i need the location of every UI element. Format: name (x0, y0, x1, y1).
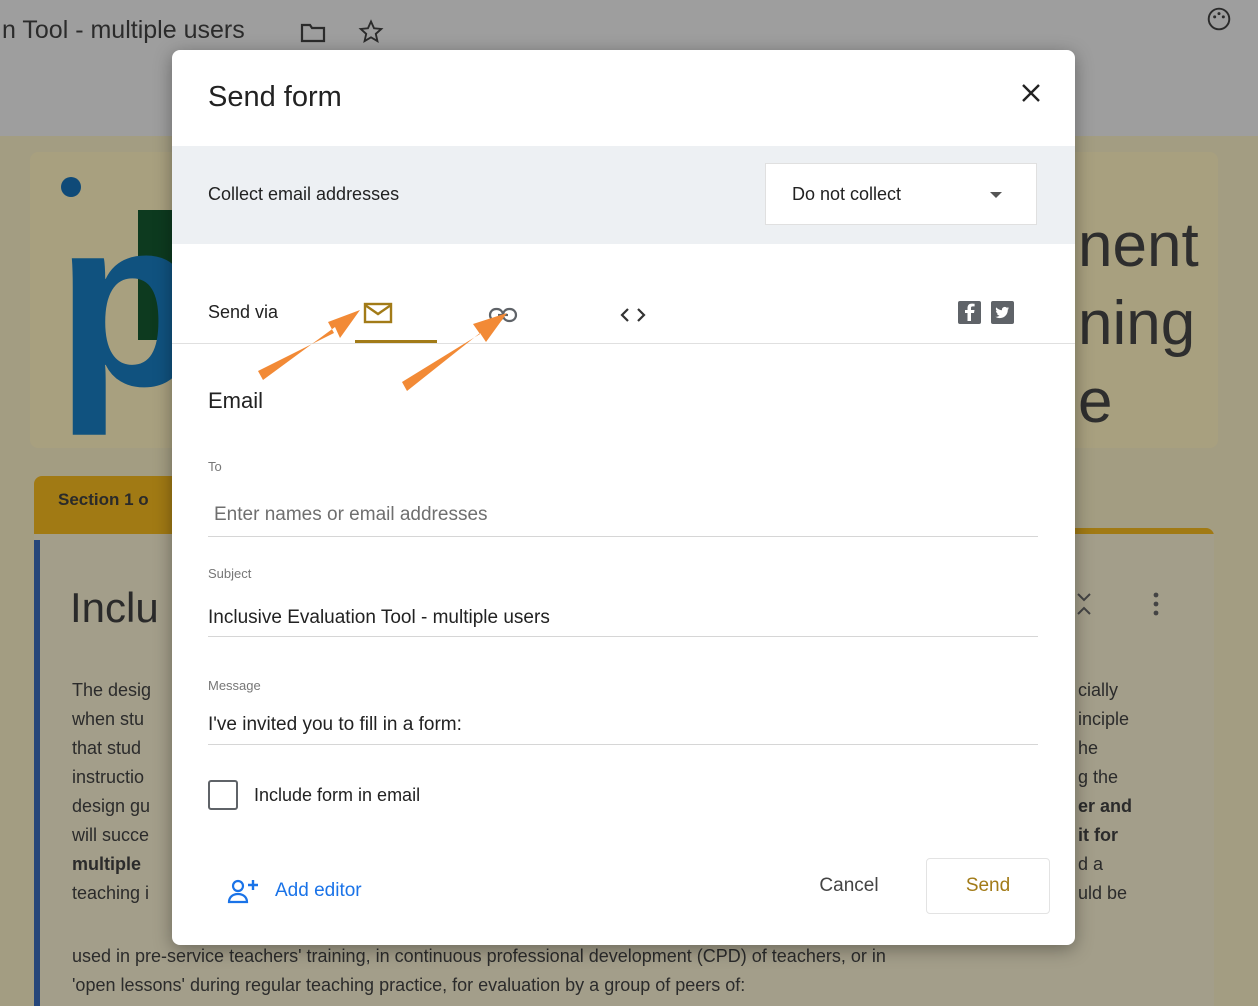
more-vert-icon[interactable] (1148, 590, 1164, 623)
text-line: er and (1078, 796, 1133, 816)
collapse-icon[interactable] (1072, 590, 1096, 623)
tab-link[interactable] (478, 292, 532, 344)
include-form-label[interactable]: Include form in email (254, 785, 420, 806)
section-accent-bar (34, 540, 40, 1006)
to-label: To (208, 459, 222, 474)
subject-label: Subject (208, 566, 252, 581)
twitter-icon[interactable] (991, 301, 1014, 324)
text-line: inciple (1078, 709, 1130, 729)
dropdown-caret-icon (990, 192, 1002, 198)
text-line: design gu (72, 796, 151, 816)
text-line: uld be (1078, 883, 1128, 903)
text-line: instructio (72, 767, 145, 787)
add-editor-label: Add editor (275, 880, 362, 901)
add-person-icon (227, 878, 261, 909)
tab-email[interactable] (355, 292, 445, 344)
link-icon (488, 306, 518, 329)
cancel-button[interactable]: Cancel (796, 858, 902, 914)
section-description-bottom: used in pre-service teachers' training, … (72, 942, 886, 1000)
text-line: The desig (72, 680, 152, 700)
facebook-icon[interactable] (958, 301, 981, 324)
mail-icon (363, 302, 393, 329)
document-title[interactable]: n Tool - multiple users (2, 16, 245, 45)
section-description-right: cially inciple he g the er and it for d … (1078, 676, 1132, 908)
collect-email-value: Do not collect (792, 184, 902, 204)
text-line: he (1078, 738, 1099, 758)
code-icon (618, 306, 648, 329)
text-line: used in pre-service teachers' training, … (72, 946, 886, 966)
email-heading: Email (208, 388, 264, 413)
star-icon[interactable] (357, 18, 385, 51)
text-line: 'open lessons' during regular teaching p… (72, 975, 746, 995)
message-label: Message (208, 678, 261, 693)
text-line: it for (1078, 825, 1118, 845)
collect-email-select[interactable]: Do not collect (765, 163, 1037, 225)
text-line: d a (1078, 854, 1104, 874)
close-icon[interactable] (1020, 82, 1042, 109)
to-input[interactable] (208, 494, 1038, 537)
section-description-left: The desig when stu that stud instructio … (72, 676, 151, 908)
palette-icon[interactable] (1206, 6, 1232, 37)
text-line: cially (1078, 680, 1119, 700)
subject-input[interactable] (208, 600, 1038, 637)
folder-icon[interactable] (300, 22, 326, 49)
section-label: Section 1 o (58, 490, 149, 509)
tabs-divider (172, 343, 1075, 344)
text-line: when stu (72, 709, 145, 729)
text-line: teaching i (72, 883, 150, 903)
header-text-fragment: ning (1078, 289, 1196, 358)
text-line: multiple (72, 854, 142, 874)
send-button[interactable]: Send (926, 858, 1050, 914)
send-via-label: Send via (208, 302, 279, 322)
dialog-title: Send form (208, 81, 342, 113)
include-form-checkbox[interactable] (208, 780, 238, 810)
text-line: that stud (72, 738, 142, 758)
section-title: Inclu (70, 584, 159, 631)
collect-email-label: Collect email addresses (208, 184, 400, 204)
message-input[interactable] (208, 705, 1038, 745)
text-line: will succe (72, 825, 150, 845)
header-text-fragment: e (1078, 367, 1113, 436)
text-line: g the (1078, 767, 1119, 787)
send-form-dialog: Send form Collect email addresses Do not… (172, 50, 1075, 945)
tab-embed[interactable] (606, 292, 660, 344)
header-text-fragment: nent (1078, 211, 1199, 280)
